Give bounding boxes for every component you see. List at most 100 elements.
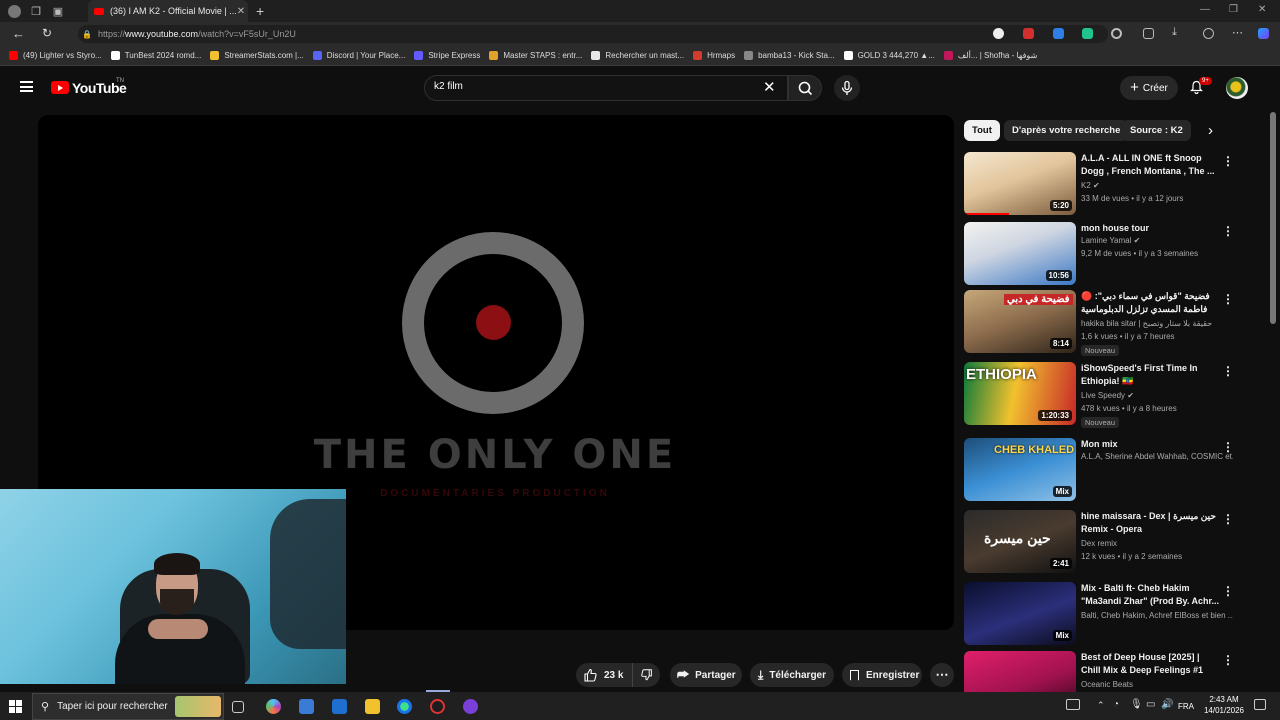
tab-youtube[interactable]: (36) I AM K2 - Official Movie | ... ✕: [88, 0, 248, 22]
chat-app-icon[interactable]: [463, 699, 478, 714]
bookmark-item[interactable]: ألف... | Shofha - شوفها: [943, 51, 1037, 60]
video-title[interactable]: iShowSpeed's First Time In Ethiopia! 🇪🇹: [1081, 362, 1221, 388]
chip-1[interactable]: D'après votre recherche: [1004, 120, 1129, 141]
video-thumbnail[interactable]: ETHIOPIA 1:20:33: [964, 362, 1076, 425]
chip-2[interactable]: Source : K2: [1122, 120, 1191, 141]
chip-0[interactable]: Tout: [964, 120, 1000, 141]
notification-center-icon[interactable]: [1254, 699, 1266, 710]
recommended-video[interactable]: CHEB KHALED Mix Mon mix A.L.A, Sherine Abde…: [964, 438, 1270, 504]
obs-icon[interactable]: [430, 699, 445, 714]
channel-name[interactable]: Live Speedy ✔: [1081, 391, 1233, 400]
video-options-icon[interactable]: ⋮: [1222, 364, 1234, 378]
tab-actions-icon[interactable]: ▣: [51, 4, 65, 18]
extension-3-icon[interactable]: [1053, 28, 1064, 39]
channel-name[interactable]: hakika bila sitar | حقيقة بلا ستار وتصبح: [1081, 319, 1233, 328]
video-options-icon[interactable]: ⋮: [1222, 224, 1234, 238]
network-icon[interactable]: ▭: [1146, 699, 1155, 710]
recommended-video[interactable]: 10:56 mon house tour Lamine Yamal ✔ 9,2 M d…: [964, 222, 1270, 288]
page-scrollbar[interactable]: [1270, 112, 1276, 324]
mail-icon[interactable]: [332, 699, 347, 714]
recommended-video[interactable]: ETHIOPIA 1:20:33 iShowSpeed's First Time I…: [964, 362, 1270, 428]
mic-tray-icon[interactable]: 🎙: [1130, 699, 1143, 710]
back-icon[interactable]: ←: [12, 26, 25, 41]
like-button[interactable]: 23 k: [576, 663, 632, 687]
recommended-video[interactable]: 5:20 A.L.A - ALL IN ONE ft Snoop Dogg , F…: [964, 152, 1270, 218]
account-avatar[interactable]: [1226, 77, 1248, 99]
bookmark-item[interactable]: Hrmaps: [693, 51, 735, 60]
maximize-icon[interactable]: ❐: [1229, 4, 1238, 15]
store-icon[interactable]: [299, 699, 314, 714]
video-options-icon[interactable]: ⋮: [1222, 154, 1234, 168]
channel-name[interactable]: A.L.A, Sherine Abdel Wahhab, COSMIC et..…: [1081, 452, 1233, 461]
bookmark-item[interactable]: Master STAPS : entr...: [489, 51, 582, 60]
profile-icon[interactable]: [8, 4, 21, 18]
clear-search-icon[interactable]: ✕: [763, 78, 776, 96]
channel-name[interactable]: Balti, Cheb Hakim, Achref ElBoss et bien…: [1081, 611, 1233, 620]
save-button[interactable]: Enregistrer: [842, 663, 922, 687]
bookmark-item[interactable]: StreamerStats.com |...: [210, 51, 304, 60]
extension-1-icon[interactable]: [993, 28, 1004, 39]
video-thumbnail[interactable]: Mix: [964, 582, 1076, 645]
chips-next-icon[interactable]: ›: [1208, 122, 1213, 139]
bookmark-item[interactable]: Discord | Your Place...: [312, 51, 405, 60]
taskbar-clock[interactable]: 2:43 AM 14/01/2026: [1200, 694, 1248, 716]
bookmark-item[interactable]: TunBest 2024 romd...: [110, 51, 201, 60]
search-input[interactable]: [424, 75, 788, 101]
bookmark-item[interactable]: bamba13 - Kick Sta...: [744, 51, 835, 60]
video-title[interactable]: Best of Deep House [2025] | Chill Mix & …: [1081, 651, 1221, 677]
volume-icon[interactable]: 🔊: [1161, 699, 1173, 710]
channel-name[interactable]: K2 ✔: [1081, 181, 1233, 190]
video-options-icon[interactable]: ⋮: [1222, 653, 1234, 667]
extension-4-icon[interactable]: [1082, 28, 1093, 39]
split-screen-icon[interactable]: [1143, 28, 1154, 39]
tray-app-icon[interactable]: ◔: [1113, 699, 1119, 710]
channel-name[interactable]: Lamine Yamal ✔: [1081, 236, 1233, 245]
new-tab-icon[interactable]: +: [256, 3, 264, 19]
bookmark-item[interactable]: Stripe Express: [414, 51, 480, 60]
windows-start-icon[interactable]: [9, 700, 22, 713]
bookmark-item[interactable]: GOLD 3 444,270 ▲...: [843, 51, 935, 60]
browser-essentials-icon[interactable]: [1203, 28, 1214, 39]
voice-search-button[interactable]: [834, 75, 860, 101]
bookmark-item[interactable]: (49) Lighter vs Styro...: [9, 51, 102, 60]
more-actions-button[interactable]: ⋯: [930, 663, 954, 687]
video-options-icon[interactable]: ⋮: [1222, 292, 1234, 306]
tab-close-icon[interactable]: ✕: [237, 6, 245, 17]
edge-icon[interactable]: [397, 699, 412, 714]
copilot-icon[interactable]: [1258, 28, 1269, 39]
create-button[interactable]: + Créer: [1120, 76, 1178, 100]
recommended-video[interactable]: حين ميسرة 2:41 hine maissara - Dex | حين م…: [964, 510, 1270, 576]
video-options-icon[interactable]: ⋮: [1222, 440, 1234, 454]
menu-icon[interactable]: [20, 81, 33, 92]
channel-name[interactable]: Dex remix: [1081, 539, 1233, 548]
video-title[interactable]: mon house tour: [1081, 222, 1221, 235]
workspaces-icon[interactable]: ❐: [29, 4, 43, 18]
tray-overflow-icon[interactable]: ⌃: [1097, 700, 1105, 711]
minimize-icon[interactable]: —: [1200, 4, 1210, 15]
video-title[interactable]: Mon mix: [1081, 438, 1221, 451]
url-bar[interactable]: 🔒 https://www.youtube.com/watch?v=vF5sUr…: [78, 25, 1108, 43]
extensions-icon[interactable]: [1111, 28, 1122, 39]
recommended-video[interactable]: Mix Mix - Balti ft- Cheb Hakim "Ma3andi Z…: [964, 582, 1270, 648]
extension-2-icon[interactable]: [1023, 28, 1034, 39]
share-button[interactable]: ⮫ Partager: [670, 663, 742, 687]
downloads-icon[interactable]: ⤓: [1172, 26, 1183, 38]
input-language[interactable]: FRA: [1178, 702, 1194, 711]
video-title[interactable]: Mix - Balti ft- Cheb Hakim "Ma3andi Zhar…: [1081, 582, 1221, 608]
video-title[interactable]: A.L.A - ALL IN ONE ft Snoop Dogg , Frenc…: [1081, 152, 1221, 178]
recommended-video[interactable]: فضيحة في دبي 8:14 🔴 فضيحة "قواس في سماء دب…: [964, 290, 1270, 356]
close-window-icon[interactable]: ✕: [1258, 4, 1266, 15]
dislike-button[interactable]: [632, 663, 660, 687]
channel-name[interactable]: Oceanic Beats: [1081, 680, 1233, 689]
video-thumbnail[interactable]: 5:20: [964, 152, 1076, 215]
taskbar-search[interactable]: ⚲ Taper ici pour rechercher: [32, 693, 224, 720]
file-explorer-icon[interactable]: [365, 699, 380, 714]
video-thumbnail[interactable]: فضيحة في دبي 8:14: [964, 290, 1076, 353]
task-view-icon[interactable]: [232, 701, 244, 713]
search-button[interactable]: [788, 75, 822, 101]
download-button[interactable]: ⤓ Télécharger: [750, 663, 834, 687]
menu-more-icon[interactable]: ⋯: [1232, 26, 1243, 39]
video-title[interactable]: 🔴 فضيحة "قواس في سماء دبي": فاطمة المسدي…: [1081, 290, 1221, 317]
copilot-taskbar-icon[interactable]: [266, 699, 281, 714]
video-title[interactable]: hine maissara - Dex | حين ميسرة Remix - …: [1081, 510, 1221, 536]
